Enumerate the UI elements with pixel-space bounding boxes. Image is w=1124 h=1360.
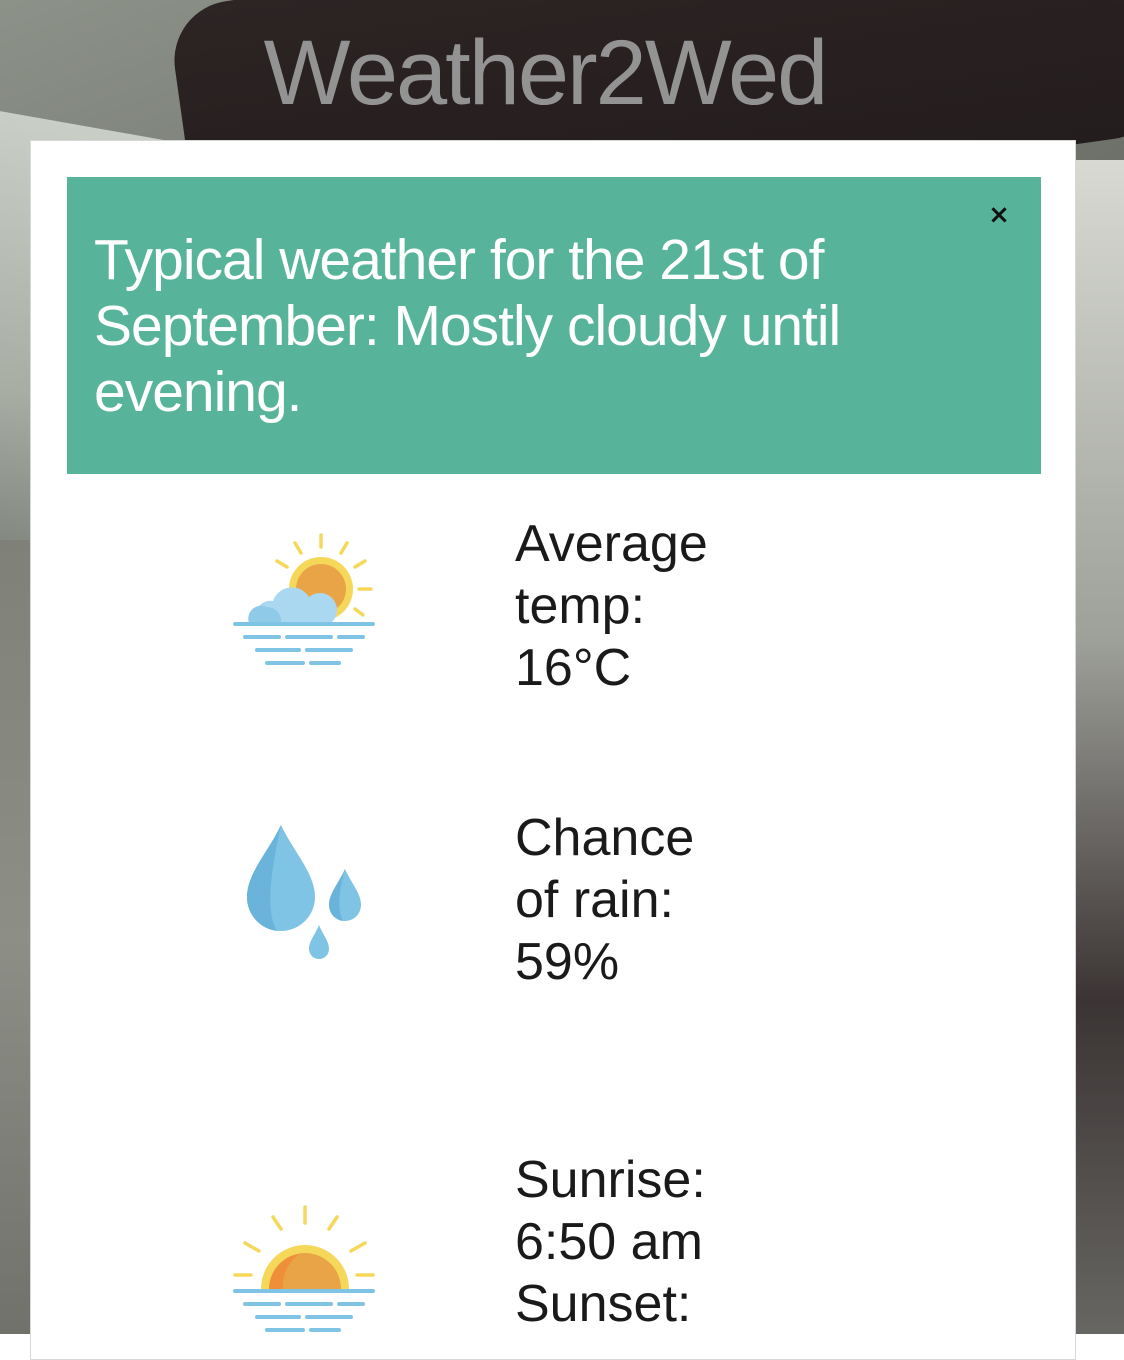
weather-summary-banner: × Typical weather for the 21st of Septem… (67, 177, 1041, 474)
stat-line: Average (515, 515, 708, 573)
stat-label-temperature: Average temp: 16°C (515, 513, 895, 699)
stat-label-sun: Sunrise: 6:50 am Sunset: (515, 1149, 895, 1335)
stat-line: Sunset: (515, 1275, 692, 1333)
stat-value: 59% (515, 933, 620, 991)
weather-modal: × Typical weather for the 21st of Septem… (30, 140, 1076, 1360)
rain-drops-icon (246, 825, 361, 959)
stat-line: temp: (515, 577, 646, 635)
stat-row-sun: Sunrise: 6:50 am Sunset: (31, 1149, 1077, 1349)
stat-line: Chance (515, 809, 695, 867)
partly-cloudy-sun-icon (233, 533, 375, 665)
site-title: Weather2Wed (263, 22, 829, 124)
sunrise-icon (233, 1205, 375, 1332)
close-button[interactable]: × (985, 201, 1013, 229)
stat-value: 16°C (515, 639, 632, 697)
background-shape (1076, 160, 1124, 1334)
stat-row-temperature: Average temp: 16°C (31, 511, 1077, 711)
stat-line: Sunrise: (515, 1151, 706, 1209)
stat-row-rain: Chance of rain: 59% (31, 805, 1077, 1005)
stat-line: of rain: (515, 871, 674, 929)
weather-summary-text: Typical weather for the 21st of Septembe… (94, 228, 841, 424)
stat-value: 6:50 am (515, 1213, 703, 1271)
stat-label-rain: Chance of rain: 59% (515, 807, 895, 993)
